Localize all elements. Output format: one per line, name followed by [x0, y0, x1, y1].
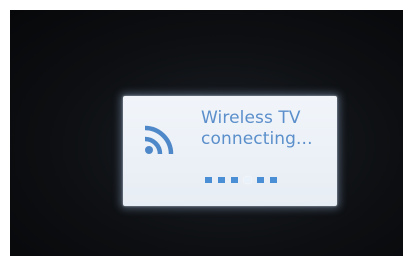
progress-dot [231, 177, 238, 183]
progress-dot [270, 177, 277, 183]
status-subtitle: connecting... [201, 129, 313, 149]
progress-dot-active [244, 177, 251, 183]
status-message: Wireless TV connecting... [201, 108, 335, 150]
progress-dot [257, 177, 264, 183]
progress-indicator [205, 177, 277, 183]
tv-screen: Wireless TV connecting... [10, 10, 403, 256]
progress-dot [205, 177, 212, 183]
connecting-dialog: Wireless TV connecting... [123, 96, 337, 206]
wifi-icon [144, 125, 174, 155]
progress-dot [218, 177, 225, 183]
status-title: Wireless TV [201, 108, 301, 128]
